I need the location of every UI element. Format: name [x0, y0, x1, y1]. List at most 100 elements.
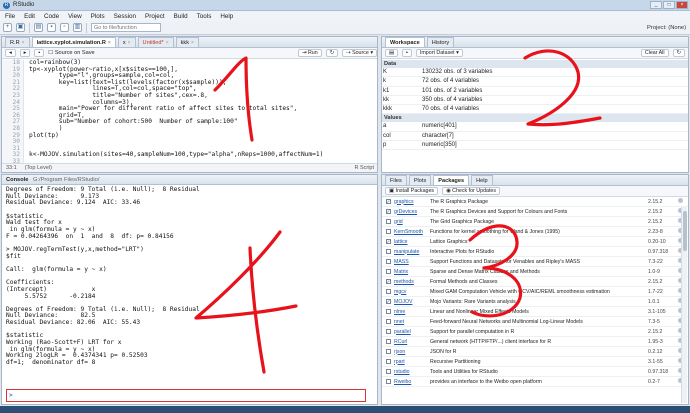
package-name-link[interactable]: grDevices	[394, 209, 430, 215]
install-packages-button[interactable]: ▣ Install Packages	[385, 187, 439, 195]
tab-r-r[interactable]: R.R ×	[5, 37, 30, 47]
import-dataset-button[interactable]: Import Dataset ▾	[415, 49, 463, 57]
close-tab-icon[interactable]: ×	[22, 38, 25, 48]
package-checkbox[interactable]: ✓	[385, 299, 391, 304]
package-checkbox[interactable]	[385, 339, 391, 344]
package-checkbox[interactable]: ✓	[385, 209, 391, 214]
package-row[interactable]: RCurl General network (HTTP/FTP/...) clie…	[382, 337, 688, 347]
package-row[interactable]: nnet Feed-forward Neural Networks and Mul…	[382, 317, 688, 327]
package-name-link[interactable]: KernSmooth	[394, 229, 430, 235]
package-row[interactable]: manipulate Interactive Plots for RStudio 0…	[382, 247, 688, 257]
package-name-link[interactable]: nlme	[394, 309, 430, 315]
package-checkbox[interactable]	[385, 289, 391, 294]
package-row[interactable]: ✓ lattice Lattice Graphics 0.20-10	[382, 237, 688, 247]
package-checkbox[interactable]	[385, 309, 391, 314]
package-name-link[interactable]: mgcv	[394, 289, 430, 295]
load-workspace-icon[interactable]: ▤	[385, 49, 399, 57]
print-icon[interactable]: ▥	[73, 23, 82, 32]
list-item[interactable]: a numeric[401]	[382, 122, 688, 132]
menu-project[interactable]: Project	[145, 13, 165, 20]
run-button[interactable]: ⇥ Run	[298, 49, 322, 57]
package-row[interactable]: Matrix Sparse and Dense Matrix Classes an…	[382, 267, 688, 277]
forward-icon[interactable]: ▸	[19, 49, 31, 57]
working-directory[interactable]: G:/Program Files/RStudio/	[33, 177, 99, 183]
package-checkbox[interactable]	[385, 359, 391, 364]
package-checkbox[interactable]	[385, 379, 391, 384]
tab-help[interactable]: Help	[471, 175, 493, 185]
tab-kkk[interactable]: kkk ×	[175, 37, 199, 48]
menu-tools[interactable]: Tools	[197, 13, 212, 20]
minimize-button[interactable]: _	[650, 1, 662, 9]
package-name-link[interactable]: graphics	[394, 199, 430, 205]
tab-workspace[interactable]: Workspace	[385, 37, 425, 47]
package-row[interactable]: ✓ MOJOV Mojo Variants: Rare Variants analy…	[382, 297, 688, 307]
source-button[interactable]: ⇢ Source ▾	[342, 49, 377, 57]
menu-edit[interactable]: Edit	[24, 13, 35, 20]
package-name-link[interactable]: MASS	[394, 259, 430, 265]
code-area[interactable]: 18 19 20 21 22 23 24 25 26 27 28 29 30 3…	[2, 59, 377, 165]
list-item[interactable]: p numeric[350]	[382, 141, 688, 150]
package-row[interactable]: ✓ grDevices The R Graphics Devices and Sup…	[382, 207, 688, 217]
package-row[interactable]: MASS Support Functions and Datasets for V…	[382, 257, 688, 267]
clear-all-button[interactable]: Clear All	[640, 49, 669, 57]
refresh-icon[interactable]: ↻	[672, 49, 685, 57]
package-checkbox[interactable]	[385, 219, 391, 224]
close-tab-icon[interactable]: ×	[166, 38, 169, 48]
package-checkbox[interactable]: ✓	[385, 279, 391, 284]
package-checkbox[interactable]	[385, 229, 391, 234]
source-on-save-checkbox[interactable]: ☐ Source on Save	[48, 50, 94, 56]
package-checkbox[interactable]	[385, 319, 391, 324]
package-row[interactable]: rpart Recursive Partitioning 3.1-55	[382, 357, 688, 367]
check-updates-button[interactable]: ◉ Check for Updates	[442, 187, 501, 195]
close-tab-icon[interactable]: ×	[191, 38, 194, 48]
package-row[interactable]: KernSmooth Functions for kernel smoothing…	[382, 227, 688, 237]
project-menu[interactable]: Project: (None)	[647, 25, 686, 31]
menu-code[interactable]: Code	[44, 13, 59, 20]
package-row[interactable]: mgcv Mixed GAM Computation Vehicle with G…	[382, 287, 688, 297]
menu-plots[interactable]: Plots	[91, 13, 105, 20]
package-name-link[interactable]: Rweibo	[394, 379, 430, 385]
list-item[interactable]: col character[7]	[382, 132, 688, 141]
menu-file[interactable]: File	[5, 13, 15, 20]
package-name-link[interactable]: rpart	[394, 359, 430, 365]
package-name-link[interactable]: manipulate	[394, 249, 430, 255]
package-name-link[interactable]: nnet	[394, 319, 430, 325]
file-type-selector[interactable]: R Script	[354, 164, 377, 172]
list-item[interactable]: K 130232 obs. of 3 variables	[382, 68, 688, 78]
package-checkbox[interactable]	[385, 259, 391, 264]
maximize-button[interactable]: □	[663, 1, 675, 9]
package-row[interactable]: rjson JSON for R 0.2.12	[382, 347, 688, 357]
tab-plots[interactable]: Plots	[408, 175, 432, 185]
open-project-icon[interactable]: ▣	[16, 23, 25, 32]
package-row[interactable]: ✓ methods Formal Methods and Classes 2.15.2	[382, 277, 688, 287]
package-checkbox[interactable]	[385, 329, 391, 334]
menu-view[interactable]: View	[68, 13, 82, 20]
package-row[interactable]: rstudio Tools and Utilities for RStudio 0.…	[382, 367, 688, 377]
scroll-thumb[interactable]	[683, 211, 687, 251]
tab-x[interactable]: x ×	[117, 37, 136, 47]
menu-help[interactable]: Help	[220, 13, 233, 20]
packages-scrollbar[interactable]	[681, 207, 687, 403]
save-icon[interactable]: ▪	[47, 23, 56, 32]
package-name-link[interactable]: RCurl	[394, 339, 430, 345]
package-checkbox[interactable]	[385, 369, 391, 374]
list-item[interactable]: kk 350 obs. of 4 variables	[382, 96, 688, 105]
package-name-link[interactable]: Matrix	[394, 269, 430, 275]
package-row[interactable]: Rweibo provides an interface to the Weibo…	[382, 377, 688, 387]
save-workspace-icon[interactable]: ▪	[402, 49, 412, 57]
package-name-link[interactable]: rjson	[394, 349, 430, 355]
package-checkbox[interactable]	[385, 249, 391, 254]
remove-package-icon[interactable]	[678, 198, 683, 203]
back-icon[interactable]: ◂	[5, 49, 16, 57]
package-name-link[interactable]: lattice	[394, 239, 430, 245]
list-item[interactable]: kkk 70 obs. of 4 variables	[382, 105, 688, 115]
list-item[interactable]: k 72 obs. of 4 variables	[382, 77, 688, 87]
menu-build[interactable]: Build	[174, 13, 188, 20]
list-item[interactable]: k1 101 obs. of 2 variables	[382, 87, 688, 96]
close-window-button[interactable]: ×	[676, 1, 688, 9]
save-file-icon[interactable]: ▪	[34, 49, 45, 57]
package-name-link[interactable]: rstudio	[394, 369, 430, 375]
open-file-icon[interactable]: ▤	[34, 23, 43, 32]
tab-files[interactable]: Files	[385, 175, 407, 185]
re-run-icon[interactable]: ↻	[325, 49, 339, 57]
